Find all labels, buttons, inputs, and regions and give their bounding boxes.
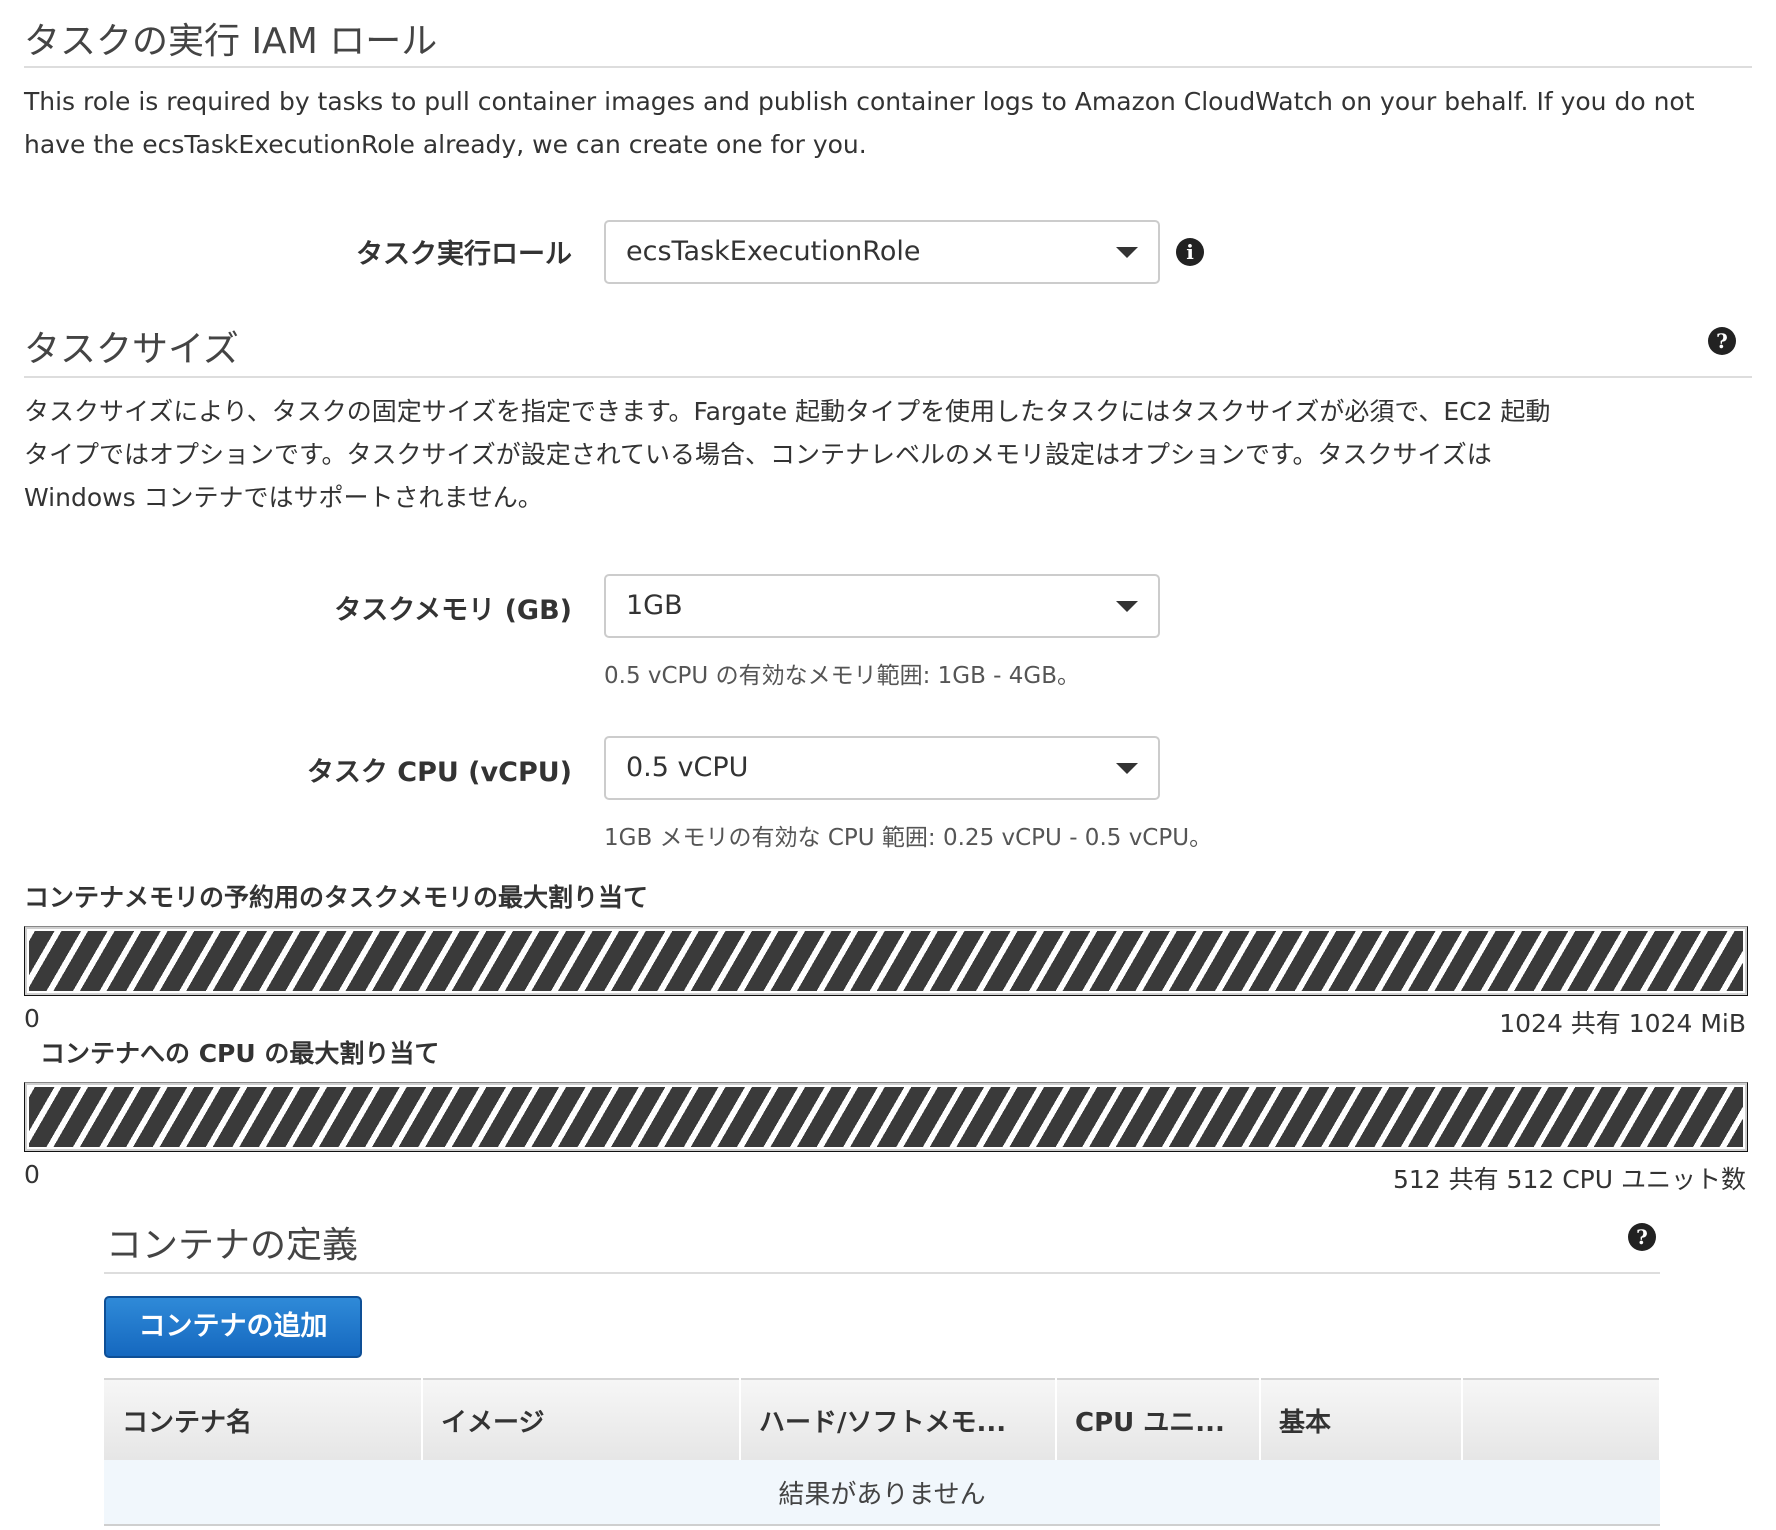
task-execution-role-label: タスク実行ロール — [356, 239, 572, 270]
column-header-cpu-units[interactable]: CPU ユニ... — [1056, 1378, 1261, 1460]
task-size-section-title: タスクサイズ — [24, 329, 239, 370]
task-size-description-line-2: タイプではオプションです。タスクサイズが設定されている場合、コンテナレベルのメモ… — [24, 440, 1492, 469]
container-definitions-title: コンテナの定義 — [106, 1225, 359, 1266]
task-size-description-line-1: タスクサイズにより、タスクの固定サイズを指定できます。Fargate 起動タイプ… — [24, 397, 1551, 426]
container-definitions-divider — [104, 1272, 1660, 1274]
task-size-description: タスクサイズにより、タスクの固定サイズを指定できます。Fargate 起動タイプ… — [24, 390, 1754, 519]
memory-allocation-fill — [25, 927, 1747, 995]
caret-down-icon — [1116, 601, 1138, 612]
memory-allocation-bar — [24, 926, 1748, 996]
task-memory-select[interactable]: 1GB — [604, 574, 1160, 638]
task-memory-label: タスクメモリ (GB) — [334, 595, 572, 626]
iam-section-title: タスクの実行 IAM ロール — [24, 21, 438, 62]
container-table: コンテナ名 イメージ ハード/ソフトメモ... CPU ユニ... 基本 結果が… — [104, 1378, 1661, 1526]
table-header-row: コンテナ名 イメージ ハード/ソフトメモ... CPU ユニ... 基本 — [104, 1378, 1661, 1460]
task-cpu-label: タスク CPU (vCPU) — [306, 757, 572, 788]
cpu-allocation-label: コンテナへの CPU の最大割り当て — [40, 1039, 440, 1068]
task-size-description-line-3: Windows コンテナではサポートされません。 — [24, 483, 543, 512]
info-icon[interactable]: i — [1176, 238, 1204, 266]
task-memory-help: 0.5 vCPU の有効なメモリ範囲: 1GB - 4GB。 — [604, 663, 1081, 689]
task-size-divider — [24, 376, 1752, 378]
add-container-button[interactable]: コンテナの追加 — [104, 1296, 362, 1358]
memory-allocation-max: 1024 共有 1024 MiB — [1499, 1009, 1746, 1038]
empty-results-message: 結果がありません — [104, 1460, 1660, 1526]
cpu-allocation-max: 512 共有 512 CPU ユニット数 — [1392, 1165, 1746, 1194]
cpu-allocation-min: 0 — [24, 1160, 40, 1189]
iam-section-description: This role is required by tasks to pull c… — [24, 80, 1754, 166]
iam-description-line-2: have the ecsTaskExecutionRole already, w… — [24, 130, 867, 159]
help-icon[interactable]: ? — [1708, 327, 1736, 355]
table-row: 結果がありません — [104, 1460, 1660, 1526]
column-header-image[interactable]: イメージ — [422, 1378, 741, 1460]
cpu-allocation-bar — [24, 1082, 1748, 1152]
task-cpu-select[interactable]: 0.5 vCPU — [604, 736, 1160, 800]
task-memory-value: 1GB — [626, 590, 683, 621]
memory-allocation-min: 0 — [24, 1004, 40, 1033]
column-header-essential[interactable]: 基本 — [1260, 1378, 1463, 1460]
task-cpu-value: 0.5 vCPU — [626, 752, 749, 783]
memory-allocation-label: コンテナメモリの予約用のタスクメモリの最大割り当て — [24, 883, 649, 912]
caret-down-icon — [1116, 247, 1138, 258]
iam-section-divider — [24, 66, 1752, 68]
iam-description-line-1: This role is required by tasks to pull c… — [24, 87, 1695, 116]
column-header-memory[interactable]: ハード/ソフトメモ... — [740, 1378, 1057, 1460]
column-header-actions — [1462, 1378, 1661, 1460]
cpu-allocation-fill — [25, 1083, 1747, 1151]
task-execution-role-value: ecsTaskExecutionRole — [626, 236, 921, 267]
help-icon[interactable]: ? — [1628, 1223, 1656, 1251]
task-execution-role-select[interactable]: ecsTaskExecutionRole — [604, 220, 1160, 284]
caret-down-icon — [1116, 763, 1138, 774]
column-header-container-name[interactable]: コンテナ名 — [104, 1378, 423, 1460]
task-cpu-help: 1GB メモリの有効な CPU 範囲: 0.25 vCPU - 0.5 vCPU… — [604, 825, 1213, 851]
